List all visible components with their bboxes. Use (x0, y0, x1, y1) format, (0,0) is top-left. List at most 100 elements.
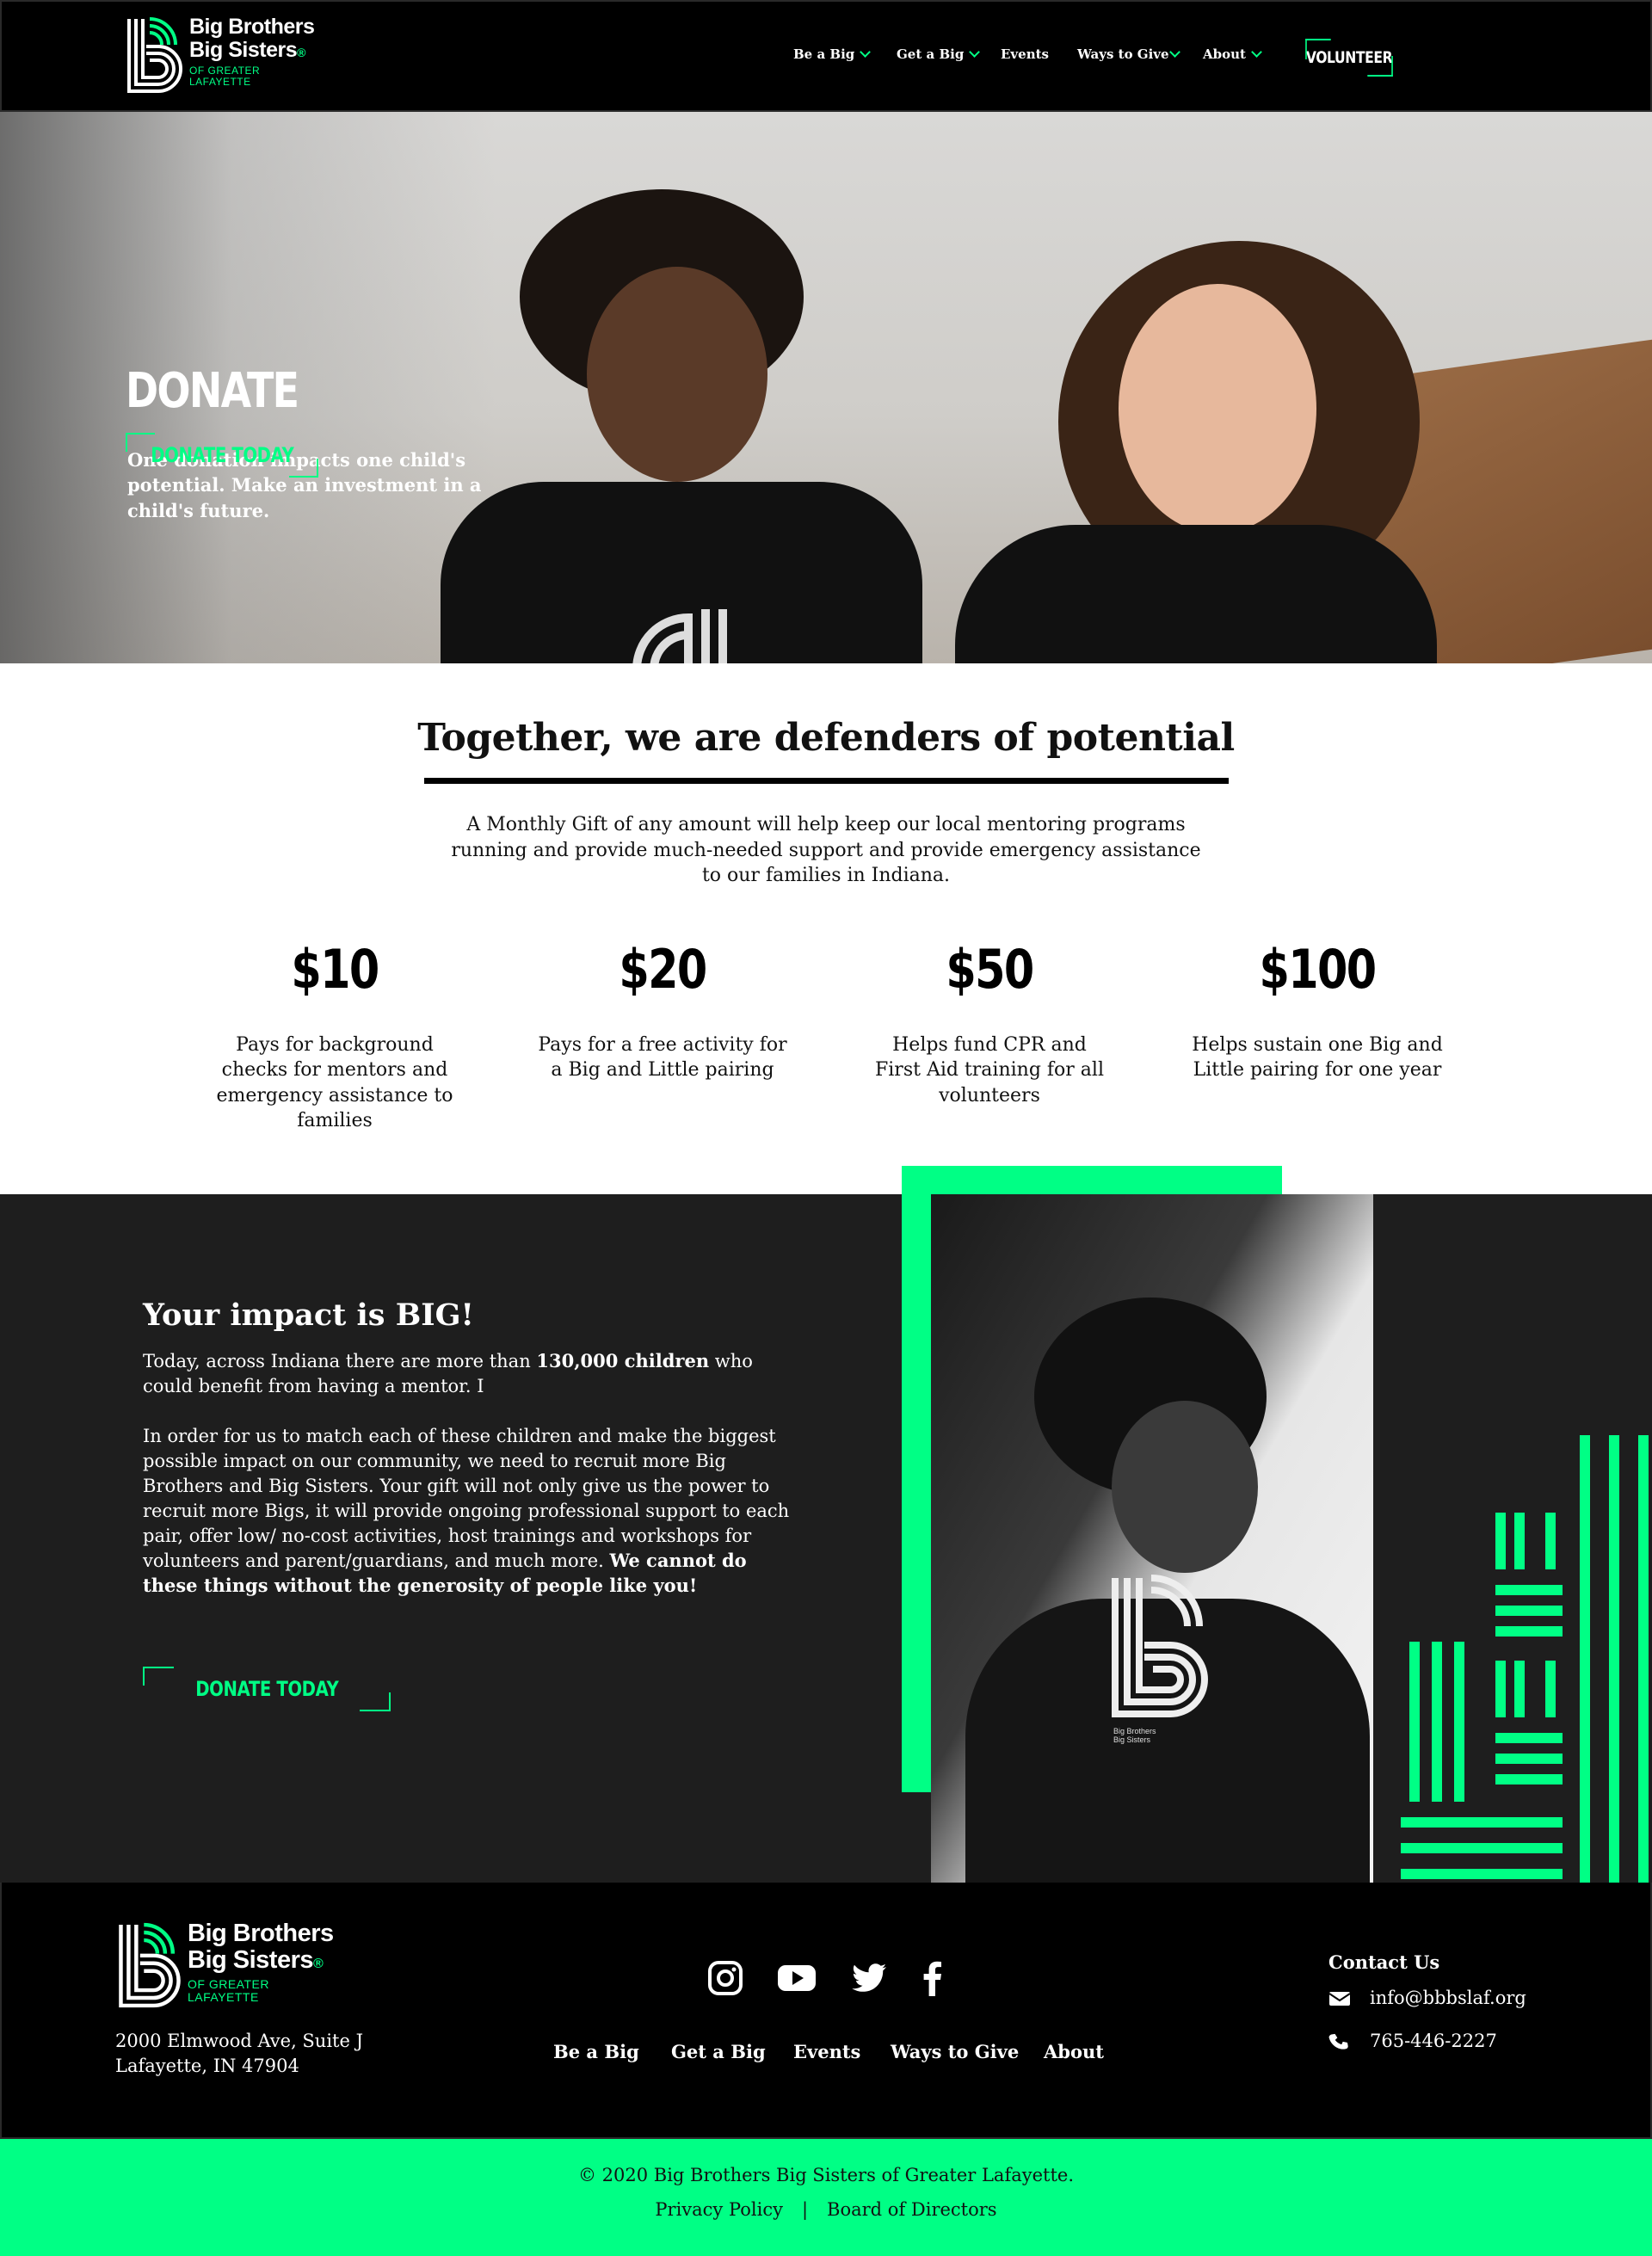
board-of-directors-link[interactable]: Board of Directors (827, 2199, 997, 2220)
shirt-logo-icon (632, 609, 727, 663)
nav-label: Get a Big (897, 46, 965, 62)
link-separator: | (801, 2199, 809, 2220)
footer-nav-get-a-big[interactable]: Get a Big (671, 2041, 766, 2062)
stripe (1495, 1606, 1563, 1616)
chevron-down-icon (969, 46, 981, 58)
hero-banner: DONATE One donation impacts one child's … (0, 112, 1652, 663)
stripe (1514, 1661, 1525, 1717)
logo-wordmark: Big Brothers Big Sisters® OF GREATER LAF… (189, 15, 315, 89)
impact-girl-face (1112, 1401, 1258, 1573)
chevron-down-icon (1251, 46, 1262, 58)
logo-sub-2: LAFAYETTE (189, 76, 251, 89)
twitter-icon (852, 1963, 886, 1992)
giving-amount: $10 (291, 938, 379, 1001)
impact-paragraph-2: In order for us to match each of these c… (143, 1424, 797, 1599)
stripe (1580, 1435, 1590, 1883)
giving-description: Helps sustain one Big and Little pairing… (1192, 1034, 1443, 1082)
stripe (1495, 1513, 1506, 1569)
bracket-corner (143, 1667, 174, 1686)
hero-donate-today-button[interactable]: DONATE TODAY (126, 433, 318, 478)
envelope-icon (1328, 1992, 1351, 2006)
contact-heading: Contact Us (1328, 1951, 1440, 1973)
phone-icon (1328, 2033, 1348, 2050)
site-logo[interactable]: Big Brothers Big Sisters® OF GREATER LAF… (126, 15, 315, 95)
logo-line-2: Big Sisters (188, 1946, 314, 1975)
nav-item-ways-to-give[interactable]: Ways to Give (1077, 46, 1180, 62)
nav-label: Events (1001, 46, 1049, 62)
intro-heading: Together, we are defenders of potential (417, 716, 1235, 760)
nav-label: About (1203, 46, 1246, 62)
impact-photo: Big Brothers Big Sisters (931, 1194, 1373, 1883)
footer-nav-events[interactable]: Events (793, 2041, 860, 2062)
legal-links: Privacy Policy | Board of Directors (0, 2199, 1652, 2220)
logo-registered-mark: ® (297, 46, 305, 59)
giving-description: Helps fund CPR and First Aid training fo… (875, 1034, 1104, 1106)
copyright-text: © 2020 Big Brothers Big Sisters of Great… (577, 2165, 1075, 2185)
nav-item-events[interactable]: Events (1001, 46, 1049, 62)
contact-phone[interactable]: 765-446-2227 (1328, 2031, 1497, 2051)
logo-line-1: Big Brothers (188, 1920, 334, 1947)
facebook-link[interactable] (919, 1958, 945, 1998)
hero-woman-shirt (955, 525, 1437, 663)
stripe (1609, 1435, 1619, 1883)
address-line-2: Lafayette, IN 47904 (115, 2056, 299, 2077)
twitter-link[interactable] (850, 1958, 890, 1998)
bracket-corner (1305, 39, 1331, 59)
stripe (1454, 1642, 1464, 1802)
instagram-link[interactable] (706, 1958, 745, 1998)
volunteer-button[interactable]: VOLUNTEER (1305, 39, 1393, 77)
logo-line-1: Big Brothers (189, 15, 315, 39)
giving-description: Pays for background checks for mentors a… (216, 1034, 453, 1131)
stripe (1409, 1642, 1420, 1802)
stripe (1495, 1661, 1506, 1717)
donate-button-label: DONATE (24, 8, 81, 27)
footer-nav-about[interactable]: About (1044, 2041, 1104, 2062)
stripe (1401, 1817, 1563, 1828)
hero-title: DONATE (126, 363, 299, 419)
impact-donate-today-label: DONATE TODAY (194, 1677, 339, 1701)
shirt-text: Big Brothers Big Sisters (1113, 1727, 1156, 1745)
nav-item-about[interactable]: About (1203, 46, 1262, 62)
logo-sub-2: LAFAYETTE (188, 1990, 259, 2005)
nav-item-get-a-big[interactable]: Get a Big (897, 46, 981, 62)
logo-registered-mark: ® (313, 1957, 324, 1972)
impact-paragraph-1: Today, across Indiana there are more tha… (143, 1349, 797, 1399)
impact-p1-highlight: 130,000 children (536, 1350, 710, 1371)
bracket-corner (1367, 56, 1393, 77)
footer-logo[interactable]: Big Brothers Big Sisters® OF GREATER LAF… (117, 1920, 334, 2010)
stripe (1545, 1513, 1556, 1569)
hero-woman-face (1119, 284, 1316, 533)
giving-amount: $20 (619, 938, 707, 1001)
address-line-1: 2000 Elmwood Ave, Suite J (115, 2031, 364, 2051)
shirt-text-line-2: Big Sisters (1113, 1735, 1151, 1744)
stripe (1432, 1642, 1442, 1802)
stripe (1495, 1585, 1563, 1595)
hero-donate-today-label: DONATE TODAY (150, 443, 294, 467)
impact-donate-today-button[interactable]: DONATE TODAY (143, 1667, 391, 1711)
impact-p1-text: Today, across Indiana there are more tha… (143, 1351, 537, 1371)
stripe (1514, 1513, 1525, 1569)
stripe (1401, 1843, 1563, 1853)
logo-sub-1: OF GREATER (188, 1976, 269, 1991)
privacy-policy-link[interactable]: Privacy Policy (655, 2199, 783, 2220)
youtube-link[interactable] (776, 1958, 817, 1998)
footer-nav-ways-to-give[interactable]: Ways to Give (891, 2041, 1019, 2062)
stripe (1495, 1733, 1563, 1743)
giving-description: Pays for a free activity for a Big and L… (538, 1034, 787, 1082)
copyright-bar (0, 2139, 1652, 2256)
giving-amount: $50 (946, 938, 1034, 1001)
bbbs-logo-icon (119, 1922, 181, 2008)
logo-wordmark: Big Brothers Big Sisters® OF GREATER LAF… (188, 1920, 334, 2004)
nav-item-be-a-big[interactable]: Be a Big (793, 46, 872, 62)
stripe (1495, 1754, 1563, 1764)
bracket-corner (360, 1692, 391, 1711)
bbbs-logo-icon (127, 17, 182, 93)
contact-email[interactable]: info@bbbslaf.org (1328, 1988, 1526, 2008)
stripe (1638, 1435, 1649, 1883)
impact-heading: Your impact is BIG! (143, 1298, 474, 1333)
stripe (1401, 1869, 1563, 1879)
hero-girl-face (587, 267, 767, 482)
contact-email-text: info@bbbslaf.org (1370, 1988, 1526, 2008)
footer-nav-be-a-big[interactable]: Be a Big (553, 2041, 639, 2062)
intro-text: A Monthly Gift of any amount will help k… (451, 814, 1201, 887)
